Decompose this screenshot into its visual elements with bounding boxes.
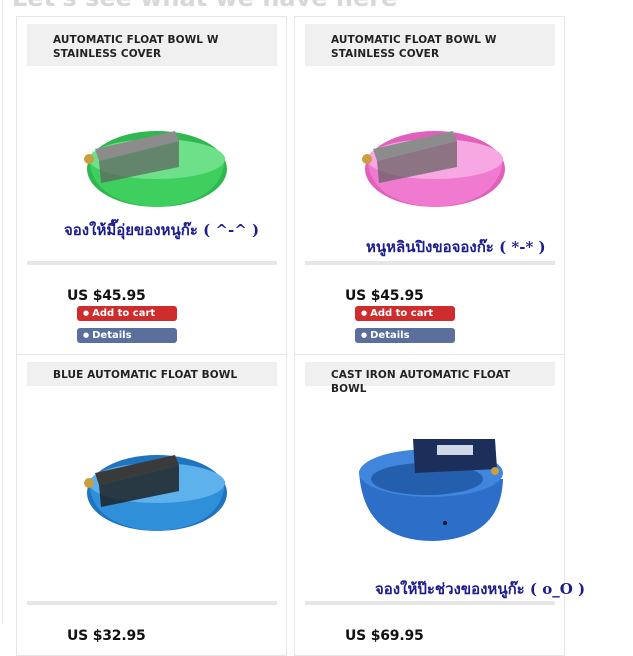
details-button[interactable]: ● Details: [355, 328, 455, 343]
card-divider: [27, 261, 277, 265]
details-button[interactable]: ● Details: [77, 328, 177, 343]
product-price: US $45.95: [345, 288, 424, 304]
float-bowl-image[interactable]: [75, 441, 229, 537]
product-grid: AUTOMATIC FLOAT BOWL W STAINLESS COVER จ…: [16, 16, 585, 656]
details-label: Details: [92, 330, 132, 341]
product-price: US $32.95: [67, 628, 146, 644]
product-title[interactable]: CAST IRON AUTOMATIC FLOAT BOWL: [331, 368, 546, 396]
product-caption: จองให้ป๊ะช่วงของหนูก๊ะ ( o_O ): [375, 580, 586, 598]
product-title[interactable]: AUTOMATIC FLOAT BOWL W STAINLESS COVER: [53, 33, 268, 61]
float-bowl-image[interactable]: [353, 429, 513, 545]
product-card: BLUE AUTOMATIC FLOAT BOWL US $32.95: [16, 354, 287, 656]
product-title-bar: AUTOMATIC FLOAT BOWL W STAINLESS COVER: [27, 24, 277, 66]
product-caption: หนูหลินปิงขอจองก๊ะ ( *-* ): [366, 238, 546, 256]
card-divider: [305, 261, 555, 265]
add-to-cart-button[interactable]: ● Add to cart: [77, 306, 177, 321]
card-divider: [305, 601, 555, 605]
float-bowl-image[interactable]: [353, 117, 507, 213]
product-card: CAST IRON AUTOMATIC FLOAT BOWL จองให้ป๊ะ…: [294, 354, 585, 656]
details-label: Details: [370, 330, 410, 341]
card-divider: [27, 601, 277, 605]
product-price: US $69.95: [345, 628, 424, 644]
product-price: US $45.95: [67, 288, 146, 304]
product-title[interactable]: AUTOMATIC FLOAT BOWL W STAINLESS COVER: [331, 33, 546, 61]
product-card: AUTOMATIC FLOAT BOWL W STAINLESS COVER ห…: [294, 16, 565, 355]
add-to-cart-button[interactable]: ● Add to cart: [355, 306, 455, 321]
product-title-bar: AUTOMATIC FLOAT BOWL W STAINLESS COVER: [305, 24, 555, 66]
float-bowl-image[interactable]: [75, 117, 229, 213]
product-title-bar: BLUE AUTOMATIC FLOAT BOWL: [27, 362, 277, 386]
product-caption: จองให้มี๊อุ่ยของหนูก๊ะ ( ^-^ ): [64, 221, 260, 239]
product-title[interactable]: BLUE AUTOMATIC FLOAT BOWL: [53, 368, 268, 382]
product-card: AUTOMATIC FLOAT BOWL W STAINLESS COVER จ…: [16, 16, 287, 355]
page-heading: Let's see what we have here: [12, 0, 397, 12]
add-to-cart-label: Add to cart: [92, 308, 156, 319]
page-left-border: [2, 0, 3, 624]
add-to-cart-label: Add to cart: [370, 308, 434, 319]
product-title-bar: CAST IRON AUTOMATIC FLOAT BOWL: [305, 362, 555, 395]
